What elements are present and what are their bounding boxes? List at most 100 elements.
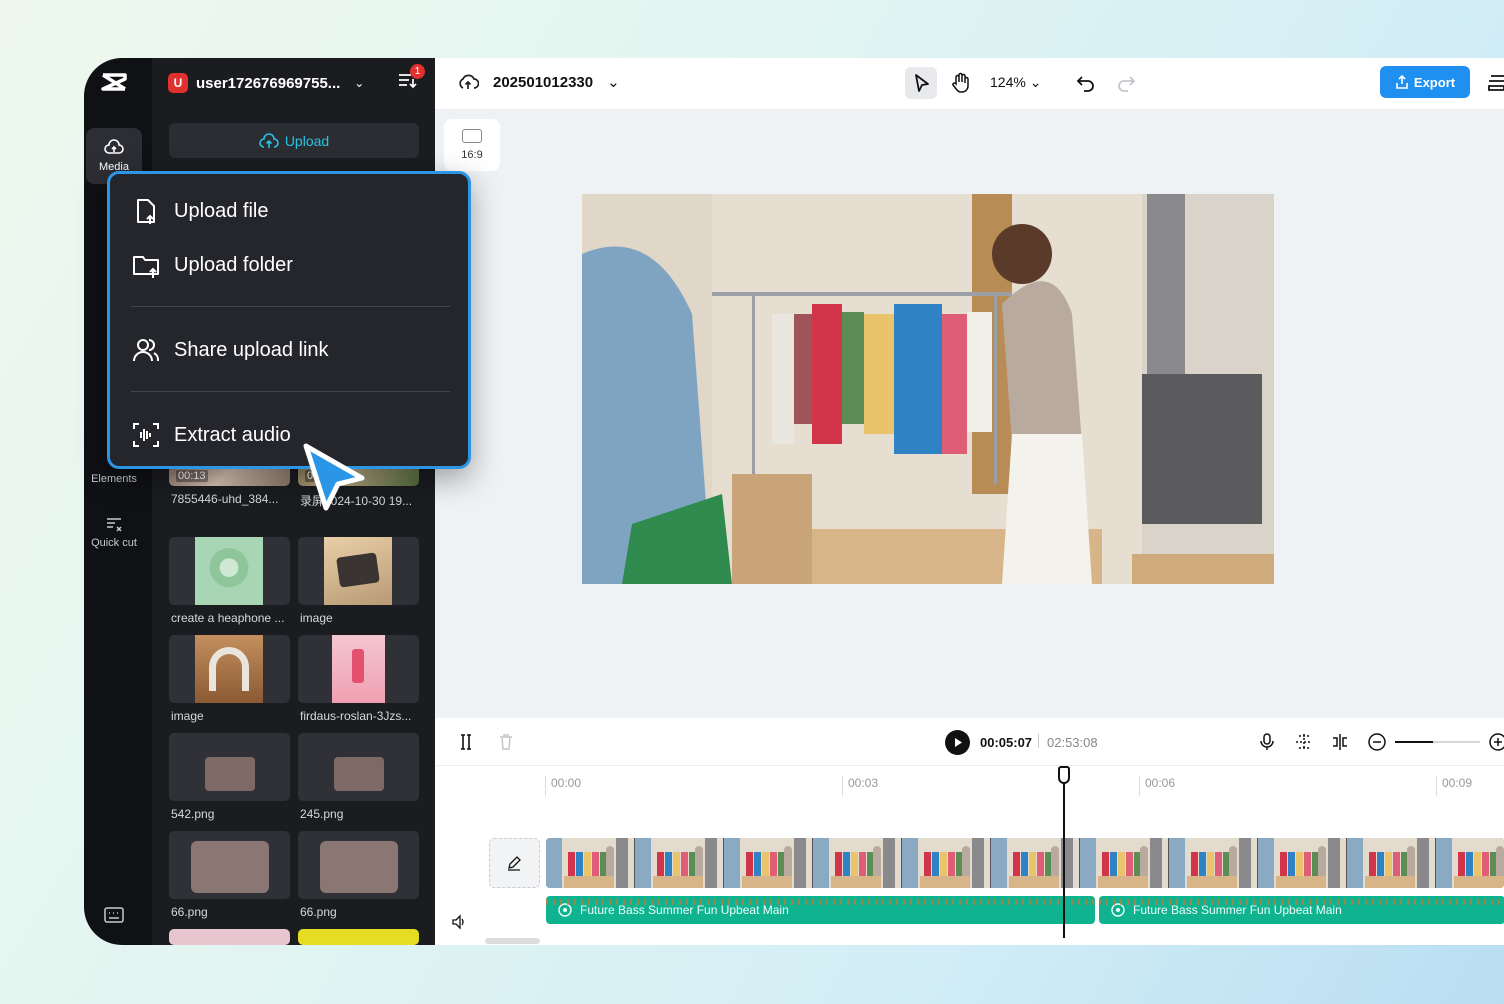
- media-thumb[interactable]: [169, 831, 290, 899]
- filmstrip-frame: [991, 838, 1080, 888]
- ruler-label: 00:00: [545, 776, 581, 796]
- cover-button[interactable]: [489, 838, 540, 888]
- video-preview[interactable]: [582, 194, 1274, 584]
- headphone-image: [195, 635, 263, 703]
- time-ruler[interactable]: 00:00 00:03 00:06 00:09: [545, 766, 1504, 796]
- media-thumb[interactable]: [169, 733, 290, 801]
- media-thumb[interactable]: [169, 537, 290, 605]
- media-label: 245.png: [300, 807, 344, 821]
- filmstrip-frame: [1169, 838, 1258, 888]
- media-label: 66.png: [171, 905, 208, 919]
- media-thumb[interactable]: [298, 537, 419, 605]
- zoom-slider[interactable]: [1395, 741, 1480, 743]
- chevron-down-icon[interactable]: ⌄: [607, 73, 620, 91]
- filmstrip-frame: [1258, 838, 1347, 888]
- menu-item-extract-audio[interactable]: Extract audio: [132, 417, 291, 453]
- zoom-select[interactable]: 124% ⌄: [990, 74, 1041, 91]
- media-label: image: [171, 709, 204, 723]
- current-time: 00:05:07: [980, 735, 1033, 750]
- headphone-image: [195, 537, 263, 605]
- split-screen-icon[interactable]: [1330, 732, 1350, 752]
- bag-image: [334, 757, 384, 791]
- media-thumb[interactable]: [298, 635, 419, 703]
- filmstrip-frame: [546, 838, 635, 888]
- zoom-out-icon[interactable]: [1367, 732, 1387, 752]
- microphone-icon[interactable]: [1258, 732, 1276, 752]
- duration-label: 00:13: [176, 470, 208, 482]
- ruler-label: 00:06: [1139, 776, 1175, 796]
- account-header[interactable]: U user172676969755... ⌄ 1: [168, 64, 425, 96]
- cloud-upload-icon: [259, 132, 279, 148]
- filmstrip-frame: [902, 838, 991, 888]
- select-tool-button[interactable]: [905, 67, 937, 99]
- sidebar-item-elements[interactable]: Elements: [86, 473, 142, 485]
- play-icon: [955, 738, 962, 747]
- upload-button[interactable]: Upload: [169, 123, 419, 158]
- chevron-down-icon[interactable]: ⌄: [354, 76, 364, 90]
- magnet-icon[interactable]: [1294, 732, 1314, 752]
- username: user172676969755...: [196, 74, 341, 92]
- preview-canvas: 16:9: [435, 110, 1504, 718]
- quick-cut-icon: [107, 518, 122, 532]
- split-icon[interactable]: [457, 733, 475, 751]
- media-thumb[interactable]: [169, 929, 290, 945]
- undo-icon[interactable]: [1075, 72, 1097, 94]
- time-divider: [1038, 734, 1039, 748]
- audio-clip[interactable]: Future Bass Summer Fun Upbeat Main: [546, 896, 1095, 924]
- play-button[interactable]: [945, 730, 970, 755]
- filmstrip-frame: [1080, 838, 1169, 888]
- filmstrip-frame: [1436, 838, 1504, 888]
- filmstrip-frame: [724, 838, 813, 888]
- media-thumb[interactable]: [169, 635, 290, 703]
- menu-item-label: Share upload link: [174, 338, 329, 361]
- stack-icon[interactable]: [1488, 74, 1504, 92]
- media-label: create a heaphone ...: [171, 611, 285, 625]
- filmstrip-frame: [635, 838, 724, 888]
- palette-image: [324, 537, 392, 605]
- media-label: firdaus-roslan-3Jzs...: [300, 709, 412, 723]
- zoom-level: 124%: [990, 74, 1026, 90]
- menu-item-upload-folder[interactable]: Upload folder: [132, 247, 293, 283]
- export-button[interactable]: Export: [1380, 66, 1470, 98]
- media-label: image: [300, 611, 333, 625]
- hand-tool-button[interactable]: [945, 67, 977, 99]
- speaker-icon[interactable]: [451, 914, 467, 930]
- trash-icon[interactable]: [497, 733, 515, 751]
- playhead-line[interactable]: [1063, 768, 1065, 938]
- audio-waveform: [546, 899, 1095, 905]
- top-bar: 202501012330 ⌄ 124% ⌄ Export: [435, 58, 1504, 110]
- bag-image: [205, 757, 255, 791]
- ruler-label: 00:09: [1436, 776, 1472, 796]
- capcut-logo-icon: [101, 73, 127, 91]
- audio-scan-icon: [133, 423, 159, 447]
- menu-item-label: Upload folder: [174, 253, 293, 276]
- media-thumb[interactable]: [298, 929, 419, 945]
- video-frame-image: [582, 194, 1274, 584]
- project-title[interactable]: 202501012330 ⌄: [457, 72, 620, 92]
- aspect-ratio-label: 16:9: [461, 149, 483, 161]
- export-label: Export: [1413, 74, 1456, 90]
- media-thumb[interactable]: [298, 733, 419, 801]
- file-upload-icon: [137, 199, 155, 224]
- playhead-handle[interactable]: [1058, 766, 1070, 784]
- bag-image: [320, 841, 398, 893]
- aspect-ratio-button[interactable]: 16:9: [444, 119, 500, 171]
- keyboard-icon[interactable]: [104, 907, 124, 923]
- audio-waveform: [1099, 899, 1504, 905]
- project-name: 202501012330: [493, 73, 594, 91]
- mouse-cursor-icon: [303, 443, 365, 511]
- media-thumb[interactable]: [298, 831, 419, 899]
- video-track-clip[interactable]: [546, 838, 1504, 888]
- folder-upload-icon: [133, 256, 159, 278]
- media-label: 7855446-uhd_384...: [171, 492, 279, 506]
- timeline-scrollbar[interactable]: [485, 938, 540, 944]
- avatar: U: [168, 73, 188, 93]
- menu-item-share-upload-link[interactable]: Share upload link: [132, 332, 329, 368]
- sidebar-item-quick-cut[interactable]: Quick cut: [86, 514, 142, 549]
- zoom-in-icon[interactable]: [1488, 732, 1504, 752]
- upload-menu: Upload file Upload folder Share upload l…: [107, 171, 471, 469]
- audio-clip[interactable]: Future Bass Summer Fun Upbeat Main: [1099, 896, 1504, 924]
- menu-item-upload-file[interactable]: Upload file: [132, 193, 269, 229]
- redo-icon[interactable]: [1115, 72, 1137, 94]
- notification-button[interactable]: 1: [397, 64, 425, 94]
